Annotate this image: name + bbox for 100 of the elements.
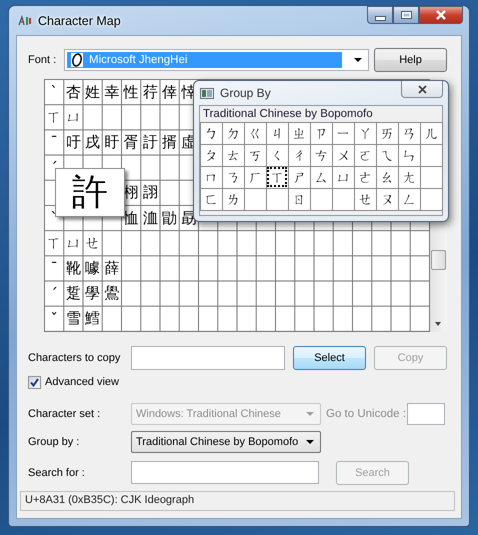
bopomofo-cell[interactable]: ㄅ <box>200 122 222 144</box>
maximize-button[interactable] <box>393 6 419 24</box>
bopomofo-cell[interactable]: ㄌ <box>222 188 244 210</box>
group-heading: Traditional Chinese by Bopomofo <box>202 107 374 122</box>
character-cell[interactable]: 鱈 <box>82 306 102 331</box>
character-cell[interactable]: ˉ <box>44 255 64 280</box>
window-title: Group By <box>220 86 271 100</box>
bopomofo-cell[interactable]: ㄝ <box>354 188 376 210</box>
character-cell[interactable]: 學 <box>82 280 102 306</box>
group-by-dropdown[interactable]: Traditional Chinese by Bopomofo <box>131 431 321 453</box>
minimize-button[interactable] <box>367 6 393 24</box>
character-cell[interactable]: ㄒ <box>44 104 64 130</box>
font-label: Font : <box>27 54 58 66</box>
bopomofo-cell[interactable]: ㄢ <box>398 122 420 144</box>
character-cell[interactable]: ㄩ <box>63 104 82 130</box>
window-icon <box>200 88 214 98</box>
character-cell[interactable]: ˋ <box>44 79 64 104</box>
bopomofo-cell[interactable]: ㄗ <box>310 122 332 144</box>
bopomofo-cell[interactable]: ㄘ <box>310 144 332 166</box>
character-cell[interactable]: ˇ <box>44 306 64 331</box>
app-icon <box>18 14 32 26</box>
close-button[interactable] <box>419 6 463 24</box>
bopomofo-cell[interactable]: ㄙ <box>310 166 332 188</box>
scrollbar-thumb[interactable] <box>431 250 446 270</box>
bopomofo-cell[interactable]: ㄔ <box>288 144 310 166</box>
bopomofo-cell[interactable]: ㄛ <box>354 144 376 166</box>
bopomofo-cell[interactable]: ㄦ <box>420 122 442 144</box>
bopomofo-cell[interactable]: ㄋ <box>222 166 244 188</box>
character-cell[interactable]: 戌 <box>82 129 102 155</box>
character-preview-tooltip: 許 <box>55 168 125 217</box>
bopomofo-cell[interactable]: ㄩ <box>332 166 354 188</box>
bopomofo-cell[interactable]: ㄒ <box>266 166 288 188</box>
bopomofo-cell[interactable]: ㄚ <box>354 122 376 144</box>
status-bar: U+8A31 (0xB35C): CJK Ideograph <box>20 491 455 511</box>
help-button[interactable]: Help <box>374 48 447 72</box>
character-cell[interactable]: 倖 <box>160 79 179 104</box>
character-cell[interactable]: 靴 <box>63 255 82 280</box>
character-cell[interactable]: 詡 <box>140 180 160 205</box>
bopomofo-cell[interactable]: ㄎ <box>244 144 266 166</box>
bopomofo-cell[interactable]: ㄆ <box>200 144 222 166</box>
bopomofo-cell[interactable]: ㄤ <box>398 166 420 188</box>
bopomofo-cell[interactable]: ㄥ <box>398 188 420 210</box>
dropdown-arrow-icon <box>306 412 314 416</box>
bopomofo-cell[interactable]: ㄐ <box>266 122 288 144</box>
character-cell[interactable]: 荇 <box>140 79 160 104</box>
bopomofo-cell[interactable]: ㄊ <box>222 144 244 166</box>
character-cell[interactable]: 雪 <box>63 306 82 331</box>
dropdown-arrow-icon <box>354 58 362 62</box>
character-cell[interactable]: ˉ <box>44 129 64 155</box>
bopomofo-cell[interactable]: ㄞ <box>376 122 398 144</box>
bopomofo-cell[interactable]: ㄓ <box>288 122 310 144</box>
characters-to-copy-label: Characters to copy <box>27 352 122 364</box>
bopomofo-cell[interactable]: ㄖ <box>288 188 310 210</box>
character-cell[interactable]: 勖 <box>160 204 179 230</box>
select-button[interactable]: Select <box>293 346 366 370</box>
character-cell[interactable]: 盱 <box>102 129 121 155</box>
character-cell[interactable]: 揟 <box>160 129 179 155</box>
bopomofo-cell[interactable]: ㄇ <box>200 166 222 188</box>
character-cell[interactable]: 薛 <box>102 255 121 280</box>
close-button[interactable] <box>401 81 443 98</box>
character-cell[interactable]: 杏 <box>63 79 82 104</box>
bopomofo-cell[interactable]: ㄡ <box>376 188 398 210</box>
bopomofo-cell[interactable]: ㄜ <box>354 166 376 188</box>
bopomofo-cell[interactable]: ㄉ <box>222 122 244 144</box>
close-icon <box>435 10 447 20</box>
character-set-label: Character set : <box>27 408 102 420</box>
character-cell[interactable]: 踅 <box>63 280 82 306</box>
character-cell[interactable]: 胥 <box>121 129 140 155</box>
character-cell[interactable]: ˊ <box>44 280 64 306</box>
character-cell[interactable]: 噱 <box>82 255 102 280</box>
character-cell[interactable]: 吁 <box>63 129 82 155</box>
bopomofo-cell[interactable]: ㄨ <box>332 144 354 166</box>
bopomofo-cell[interactable]: ㄏ <box>244 166 266 188</box>
character-cell[interactable]: 洫 <box>140 204 160 230</box>
scroll-down-arrow-icon[interactable] <box>435 322 441 326</box>
character-cell[interactable]: 訏 <box>140 129 160 155</box>
bopomofo-cell[interactable]: ㄕ <box>288 166 310 188</box>
character-cell[interactable]: 幸 <box>102 79 121 104</box>
close-icon <box>416 84 428 94</box>
bopomofo-cell[interactable]: ㄧ <box>332 122 354 144</box>
character-cell[interactable]: ㄝ <box>82 230 102 256</box>
dropdown-arrow-icon <box>306 440 314 444</box>
bopomofo-cell[interactable]: ㄈ <box>200 188 222 210</box>
bopomofo-cell[interactable]: ㄑ <box>266 144 288 166</box>
search-field[interactable] <box>131 461 319 484</box>
character-cell[interactable]: 鷽 <box>102 280 121 306</box>
bopomofo-cell[interactable]: ㄟ <box>376 144 398 166</box>
window-title: Character Map <box>38 14 121 28</box>
character-cell[interactable]: 姓 <box>82 79 102 104</box>
character-cell[interactable]: 性 <box>121 79 140 104</box>
bopomofo-cell[interactable]: ㄍ <box>244 122 266 144</box>
checkbox[interactable] <box>28 376 41 388</box>
search-for-label: Search for : <box>27 466 86 478</box>
bopomofo-cell[interactable]: ㄣ <box>398 144 420 166</box>
character-cell[interactable]: ㄩ <box>63 230 82 256</box>
character-cell[interactable]: ㄒ <box>44 230 64 256</box>
font-type-icon <box>71 53 83 67</box>
bopomofo-cell[interactable]: ㄠ <box>376 166 398 188</box>
characters-to-copy-field[interactable] <box>131 346 285 370</box>
advanced-view-label: Advanced view <box>45 376 119 388</box>
